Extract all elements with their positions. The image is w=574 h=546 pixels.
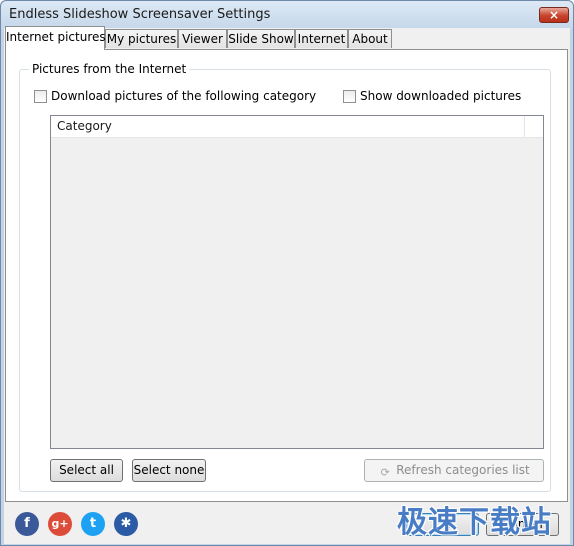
- show-downloaded-checkbox[interactable]: [343, 90, 356, 103]
- tab-label: Internet pictures: [6, 30, 106, 44]
- facebook-glyph: f: [24, 516, 30, 531]
- refresh-icon: ⟳: [380, 466, 390, 479]
- download-category-label[interactable]: Download pictures of the following categ…: [51, 89, 316, 103]
- google-plus-glyph: g+: [51, 517, 69, 530]
- tab-label: My pictures: [106, 32, 177, 46]
- select-none-label: Select none: [133, 463, 205, 477]
- title-bar[interactable]: Endless Slideshow Screensaver Settings ×: [1, 1, 573, 29]
- tab-internet-pictures[interactable]: Internet pictures: [5, 26, 106, 50]
- download-category-checkbox[interactable]: [34, 90, 47, 103]
- close-icon: ×: [548, 8, 560, 22]
- google-plus-icon[interactable]: g+: [48, 512, 72, 536]
- tab-label: About: [352, 32, 388, 46]
- facebook-icon[interactable]: f: [15, 512, 39, 536]
- tab-about[interactable]: About: [348, 29, 392, 48]
- myspace-icon[interactable]: ✱: [114, 512, 138, 536]
- internet-pictures-panel: Pictures from the Internet Download pict…: [5, 49, 568, 502]
- tab-slide-show[interactable]: Slide Show: [227, 29, 295, 48]
- pictures-from-internet-group: Pictures from the Internet Download pict…: [19, 62, 551, 492]
- group-label: Pictures from the Internet: [29, 62, 190, 76]
- tab-viewer[interactable]: Viewer: [178, 29, 227, 48]
- myspace-glyph: ✱: [120, 516, 132, 531]
- select-all-button[interactable]: Select all: [50, 459, 123, 482]
- close-button[interactable]: ×: [539, 7, 569, 23]
- refresh-categories-button[interactable]: ⟳ Refresh categories list: [364, 459, 544, 482]
- tab-label: Internet: [297, 32, 346, 46]
- tab-internet[interactable]: Internet: [295, 29, 348, 48]
- category-column-header[interactable]: Category: [51, 116, 525, 137]
- select-all-label: Select all: [59, 463, 114, 477]
- select-none-button[interactable]: Select none: [132, 459, 206, 482]
- twitter-glyph: t: [89, 516, 97, 531]
- tab-my-pictures[interactable]: My pictures: [105, 29, 178, 48]
- tab-label: Viewer: [182, 32, 223, 46]
- show-downloaded-label[interactable]: Show downloaded pictures: [360, 89, 521, 103]
- category-list[interactable]: Category: [50, 115, 544, 449]
- settings-window: Endless Slideshow Screensaver Settings ×…: [0, 0, 574, 546]
- tab-label: Slide Show: [228, 32, 294, 46]
- window-title: Endless Slideshow Screensaver Settings: [9, 7, 271, 22]
- client-area: Internet pictures My pictures Viewer Sli…: [4, 26, 570, 544]
- twitter-icon[interactable]: t: [81, 512, 105, 536]
- refresh-label: Refresh categories list: [396, 463, 530, 477]
- list-header: Category: [51, 116, 543, 138]
- site-watermark: 极速下载站: [397, 505, 552, 540]
